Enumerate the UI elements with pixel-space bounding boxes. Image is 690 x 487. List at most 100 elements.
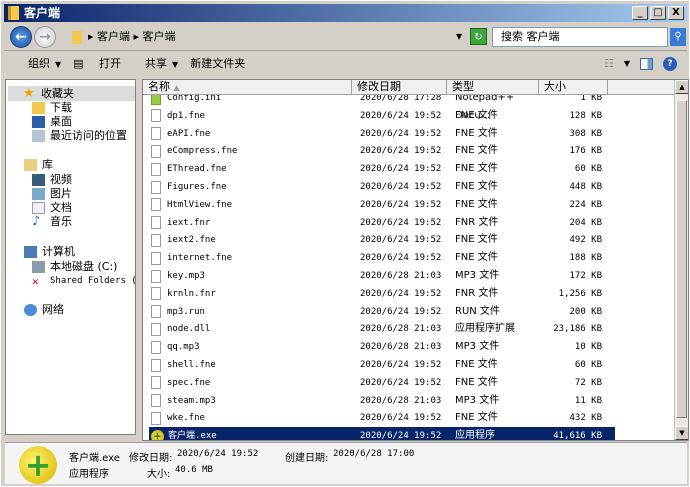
scroll-down-button[interactable]: ▼ [675,426,688,440]
file-date: 2020/6/24 19:52 [360,235,442,246]
notepad-file-icon [151,95,161,105]
forward-button[interactable]: → [34,26,56,48]
search-input[interactable]: 搜索 客户端 [492,27,668,47]
sidebar-item-computer[interactable]: 计算机 [24,244,75,259]
chevron-down-icon: ▼ [172,59,179,69]
table-row[interactable]: shell.fne 2020/6/24 19:52 FNE 文件 60 KB [143,356,675,374]
view-options-icon[interactable]: ☷ [604,52,614,76]
sidebar-item-network[interactable]: 网络 [24,302,64,317]
sidebar-item-recent[interactable]: 最近访问的位置 [32,128,127,143]
table-row[interactable]: krnln.fnr 2020/6/24 19:52 FNR 文件 1,256 K… [143,285,675,303]
file-size: 23,186 KB [553,324,602,335]
organize-label: 组织 [28,56,50,70]
file-name: qq.mp3 [167,342,200,353]
file-name: EThread.fne [167,164,227,175]
detail-size: 40.6 MB [175,465,213,475]
search-icon[interactable]: ⚲ [670,28,686,46]
table-row[interactable]: iext.fnr 2020/6/24 19:52 FNR 文件 204 KB [143,214,675,232]
label: 库 [42,158,53,171]
file-type: FNE 文件 [455,376,498,388]
file-name-cell: iext.fnr [143,214,352,232]
sidebar-item-desktop[interactable]: 桌面 [32,114,72,129]
sidebar-item-local-disk[interactable]: 本地磁盘 (C:) [32,259,117,274]
file-date: 2020/6/28 21:03 [360,271,442,281]
file-size: 60 KB [574,360,602,370]
scroll-up-button[interactable]: ▲ [675,80,688,94]
chevron-down-icon[interactable]: ▼ [456,27,462,47]
sidebar-item-music[interactable]: ♪ 音乐 [32,214,72,229]
scroll-thumb[interactable] [676,100,687,418]
table-row[interactable]: eAPI.fne 2020/6/24 19:52 FNE 文件 308 KB [143,125,675,143]
sidebar-item-pictures[interactable]: 图片 [32,186,72,201]
file-type: MP3 文件 [455,394,500,406]
file-name-cell: Figures.fne [143,178,352,196]
file-size: 448 KB [569,182,602,192]
table-row[interactable]: node.dll 2020/6/28 21:03 应用程序扩展 23,186 K… [143,320,675,338]
column-header-name[interactable]: 名称 ▲ [143,80,352,95]
file-icon [151,358,161,372]
file-name-cell: node.dll [143,320,352,338]
vertical-scrollbar[interactable]: ▲ ▼ [674,80,688,440]
file-date: 2020/6/24 19:52 [360,217,442,228]
table-row[interactable]: Figures.fne 2020/6/24 19:52 FNE 文件 448 K… [143,178,675,196]
file-name: iext2.fne [167,235,216,246]
table-row[interactable]: steam.mp3 2020/6/28 21:03 MP3 文件 11 KB [143,392,675,410]
table-row[interactable]: spec.fne 2020/6/24 19:52 FNE 文件 72 KB [143,374,675,392]
file-date: 2020/6/28 21:03 [360,342,442,353]
file-type: FNE 文件 [455,234,498,246]
file-icon [151,411,161,425]
organize-button[interactable]: 组织 ▼ [16,52,61,77]
sidebar-item-downloads[interactable]: 下载 [32,100,72,115]
file-name-cell: eAPI.fne [143,125,352,143]
sidebar-item-favorites[interactable]: ★ 收藏夹 [8,86,135,101]
library-icon [24,158,37,171]
label: 名称 [148,80,170,93]
table-row[interactable]: eCompress.fne 2020/6/24 19:52 FNE 文件 176… [143,142,675,160]
file-type: FNE 文件 [455,145,498,157]
preview-pane-icon[interactable] [640,58,653,70]
file-date: 2020/6/28 21:03 [360,395,442,406]
table-row[interactable]: + 客户端.exe 2020/6/24 19:52 应用程序 41,616 KB [149,427,615,441]
new-folder-button[interactable]: 新建文件夹 [190,52,245,76]
table-row[interactable]: mp3.run 2020/6/24 19:52 RUN 文件 200 KB [143,303,675,321]
file-date: 2020/6/24 19:52 [360,288,442,299]
table-row[interactable]: Config.ini 2020/6/28 17:28 Notepad++ Doc… [143,95,675,121]
sort-ascending-icon: ▲ [173,83,180,92]
file-name-cell: shell.fne [143,356,352,374]
table-row[interactable]: key.mp3 2020/6/28 21:03 MP3 文件 172 KB [143,267,675,285]
file-name: HtmlView.fne [167,199,233,210]
breadcrumb[interactable]: ▸ 客户端 ▸ 客户端 [68,27,466,47]
back-button[interactable]: ← [10,26,32,48]
sidebar-item-shared-folders[interactable]: ✕ Shared Folders (\\ [32,274,135,289]
detail-type: 应用程序 [69,469,109,480]
table-row[interactable]: iext2.fne 2020/6/24 19:52 FNE 文件 492 KB [143,231,675,249]
refresh-button[interactable]: ↻ [470,28,487,45]
file-name-cell: internet.fne [143,249,352,267]
maximize-button[interactable]: □ [650,6,666,20]
chevron-down-icon[interactable]: ▼ [624,52,630,76]
sidebar-item-videos[interactable]: 视频 [32,172,72,187]
file-type: RUN 文件 [455,305,500,317]
minimize-button[interactable]: _ [632,6,648,20]
sidebar-item-documents[interactable]: 文档 [32,200,72,215]
table-row[interactable]: qq.mp3 2020/6/28 21:03 MP3 文件 10 KB [143,338,675,356]
table-row[interactable]: HtmlView.fne 2020/6/24 19:52 FNE 文件 224 … [143,196,675,214]
table-row[interactable]: EThread.fne 2020/6/24 19:52 FNE 文件 60 KB [143,160,675,178]
file-name: internet.fne [167,253,233,264]
share-button[interactable]: 共享 ▼ [133,52,178,77]
file-name-cell: dp1.fne [143,107,352,125]
file-type: FNE 文件 [455,163,498,175]
breadcrumb-path: ▸ 客户端 ▸ 客户端 [88,30,176,43]
column-header-date[interactable]: 修改日期 [352,80,447,95]
close-button[interactable]: X [668,6,684,20]
table-row[interactable]: internet.fne 2020/6/24 19:52 FNE 文件 188 … [143,249,675,267]
column-header-size[interactable]: 大小 [539,80,608,95]
file-date: 2020/6/24 19:52 [360,110,442,121]
open-button[interactable]: ▤ 打开 [73,52,121,76]
column-header-type[interactable]: 类型 [447,80,539,95]
sidebar-item-libraries[interactable]: 库 [24,157,53,172]
table-row[interactable]: wke.fne 2020/6/24 19:52 FNE 文件 432 KB [143,409,675,427]
table-row[interactable]: dp1.fne 2020/6/24 19:52 FNE 文件 128 KB [143,107,675,125]
file-type: 应用程序 [455,430,495,441]
help-icon[interactable]: ? [663,57,677,71]
